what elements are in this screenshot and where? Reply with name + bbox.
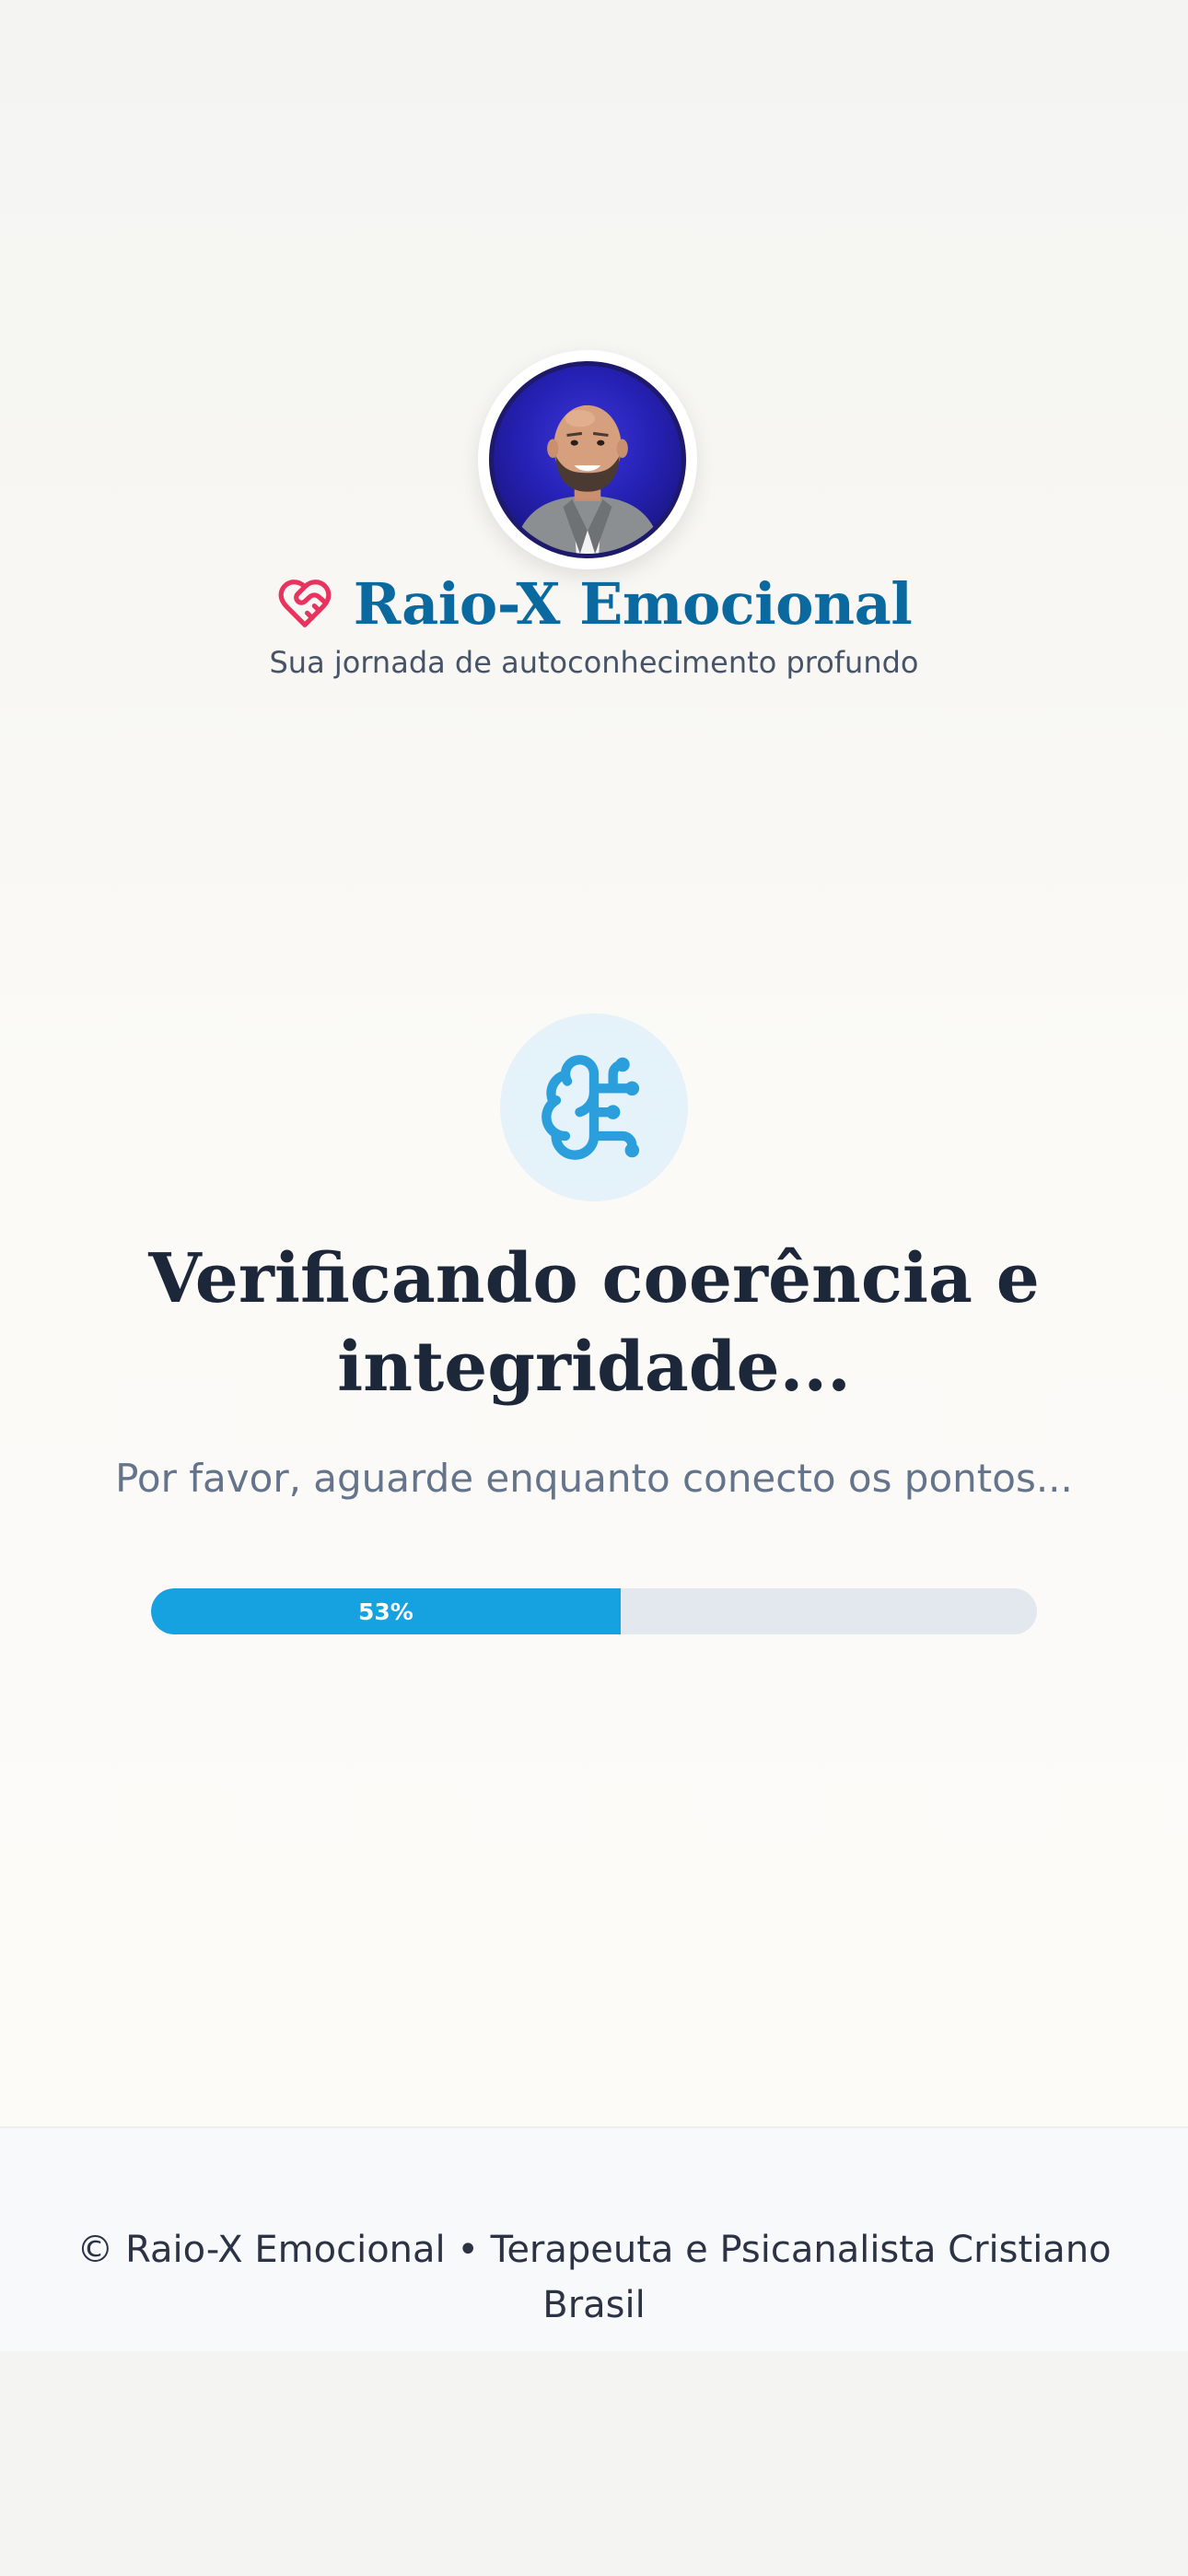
status-icon-badge — [500, 1013, 688, 1201]
loading-subtext: Por favor, aguarde enquanto conecto os p… — [115, 1456, 1073, 1501]
loading-heading: Verificando coerência e integridade... — [148, 1239, 1040, 1407]
brand-title: Raio-X Emocional — [353, 569, 913, 638]
footer-text: © Raio-X Emocional • Terapeuta e Psicana… — [76, 2229, 1112, 2326]
bottom-area — [0, 2351, 1188, 2576]
app-header: Raio-X Emocional Sua jornada de autoconh… — [0, 0, 1188, 737]
tagline: Sua jornada de autoconhecimento profundo — [269, 645, 919, 680]
brain-circuit-icon — [542, 1055, 640, 1160]
brand: Raio-X Emocional — [0, 564, 1188, 643]
progress-fill: 53% — [151, 1588, 621, 1634]
profile-photo — [512, 404, 663, 554]
avatar-frame — [478, 350, 697, 569]
progress-bar: 53% — [151, 1588, 1037, 1634]
progress-label: 53% — [358, 1598, 413, 1625]
footer: © Raio-X Emocional • Terapeuta e Psicana… — [0, 2126, 1188, 2351]
heart-handshake-icon — [278, 580, 332, 627]
loading-panel: Verificando coerência e integridade... P… — [0, 737, 1188, 2126]
avatar — [489, 361, 686, 558]
